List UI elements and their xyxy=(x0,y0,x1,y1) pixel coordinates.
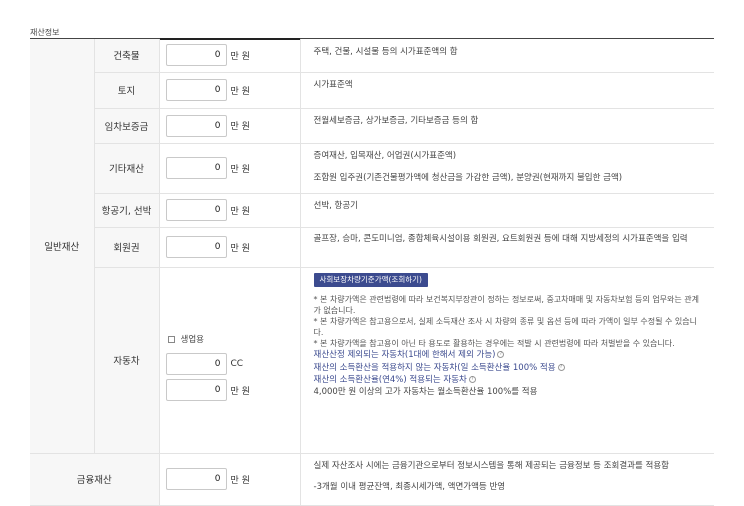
membership-desc: 골프장, 승마, 콘도미니엄, 종합체육시설이용 회원권, 요트회원권 등에 대… xyxy=(313,233,688,244)
car-link-excluded[interactable]: 재산산정 제외되는 자동차(1대에 한해서 제외 가능)? xyxy=(314,349,705,361)
car-link-no-income-conversion[interactable]: 재산의 소득환산을 적용하지 않는 자동차(일 소득환산율 100% 적용? xyxy=(314,362,705,374)
row-label-other-assets: 기타재산 xyxy=(94,143,160,194)
category-general: 일반재산 xyxy=(30,39,95,454)
row-label-building: 건축물 xyxy=(94,39,160,73)
car-note-1: * 본 차량가액은 관련법령에 따라 보건복지부장관이 정하는 정보로써, 중고… xyxy=(313,295,700,316)
table-row: 기타재산 0만 원 증여재산, 입목재산, 어업권(시가표준액) 조합원 입주권(… xyxy=(30,143,714,194)
info-icon[interactable]: ? xyxy=(468,375,476,383)
info-icon[interactable]: ? xyxy=(557,363,565,371)
car-price-input[interactable]: 0 xyxy=(165,379,227,401)
car-link-4pct-conversion[interactable]: 재산의 소득환산율(연4%) 적용되는 자동차? xyxy=(314,374,705,386)
unit-label: 만 원 xyxy=(230,86,250,97)
table-row: 금융재산 0만 원 실제 자산조사 시에는 금융기관으로부터 정보시스템을 통해… xyxy=(30,453,714,506)
land-desc: 시가표준액 xyxy=(313,79,353,90)
finance-input[interactable]: 0 xyxy=(165,468,227,490)
car-note-3: * 본 차량가액을 참고용이 아닌 타 용도로 활용하는 경우에는 적발 시 관… xyxy=(313,338,675,348)
land-input[interactable]: 0 xyxy=(165,79,227,101)
vehicle-price-lookup-button[interactable]: 사회보장차량기준가액(조회하기) xyxy=(313,272,428,288)
finance-desc-1: 실제 자산조사 시에는 금융기관으로부터 정보시스템을 통해 제공되는 금융정보… xyxy=(313,460,669,471)
business-use-checkbox[interactable] xyxy=(167,335,175,343)
row-label-membership: 회원권 xyxy=(94,227,160,268)
cc-unit-label: CC xyxy=(230,359,244,369)
row-label-deposit: 임차보증금 xyxy=(94,108,160,144)
other-assets-input[interactable]: 0 xyxy=(165,157,227,179)
car-luxury-note: 4,000만 원 이상의 고가 자동차는 월소득환산율 100%를 적용 xyxy=(313,387,538,398)
aircraft-ship-input[interactable]: 0 xyxy=(165,199,227,221)
car-note-2: * 본 차량가액은 참고용으로서, 실제 소득재산 조사 시 차량의 종류 및 … xyxy=(313,316,698,337)
asset-table: 일반재산 건축물 0만 원 주택, 건물, 시설물 등의 시가표준액의 합 토지… xyxy=(30,39,714,506)
unit-label: 만 원 xyxy=(230,243,250,254)
deposit-input[interactable]: 0 xyxy=(165,114,227,137)
table-row: 일반재산 건축물 0만 원 주택, 건물, 시설물 등의 시가표준액의 합 xyxy=(30,39,714,454)
business-use-label: 생업용 xyxy=(180,335,204,345)
table-row: 항공기, 선박 0만 원 선박, 항공기 xyxy=(30,193,714,228)
table-row: 토지 0만 원 시가표준액 xyxy=(30,72,714,109)
row-label-land: 토지 xyxy=(94,72,160,109)
building-input[interactable]: 0 xyxy=(165,44,227,67)
unit-label: 만 원 xyxy=(230,206,250,217)
table-row: 자동차 생업용 0 CC 0만 원 사회보장차량기준가액(조회하기) * 본 차량… xyxy=(30,267,714,454)
table-row: 임차보증금 0만 원 전월세보증금, 상가보증금, 기타보증금 등의 합 xyxy=(30,108,714,144)
finance-desc-2: -3개월 이내 평균잔액, 최종시세가액, 액면가액등 반영 xyxy=(313,481,506,492)
row-label-aircraft-ship: 항공기, 선박 xyxy=(94,193,160,228)
unit-label: 만 원 xyxy=(230,164,250,175)
section-title: 재산정보 xyxy=(30,28,60,37)
other-assets-desc-2: 조합원 입주권(기존건물평가액에 청산금을 가감한 금액), 분양권(현재까지 … xyxy=(313,172,623,183)
table-row: 회원권 0만 원 골프장, 승마, 콘도미니엄, 종합체육시설이용 회원권, 요… xyxy=(30,227,714,268)
building-desc: 주택, 건물, 시설물 등의 시가표준액의 합 xyxy=(313,47,458,57)
row-label-finance: 금융재산 xyxy=(30,453,160,506)
unit-label: 만 원 xyxy=(230,386,250,397)
row-label-car: 자동차 xyxy=(94,267,160,454)
unit-label: 만 원 xyxy=(230,122,250,132)
unit-label: 만 원 xyxy=(230,475,250,486)
deposit-desc: 전월세보증금, 상가보증금, 기타보증금 등의 합 xyxy=(313,115,479,126)
membership-input[interactable]: 0 xyxy=(165,236,227,258)
info-icon[interactable]: ? xyxy=(497,351,505,359)
other-assets-desc-1: 증여재산, 입목재산, 어업권(시가표준액) xyxy=(313,150,457,161)
aircraft-ship-desc: 선박, 항공기 xyxy=(313,200,359,211)
unit-label: 만 원 xyxy=(230,51,250,62)
car-cc-input[interactable]: 0 xyxy=(165,353,227,375)
